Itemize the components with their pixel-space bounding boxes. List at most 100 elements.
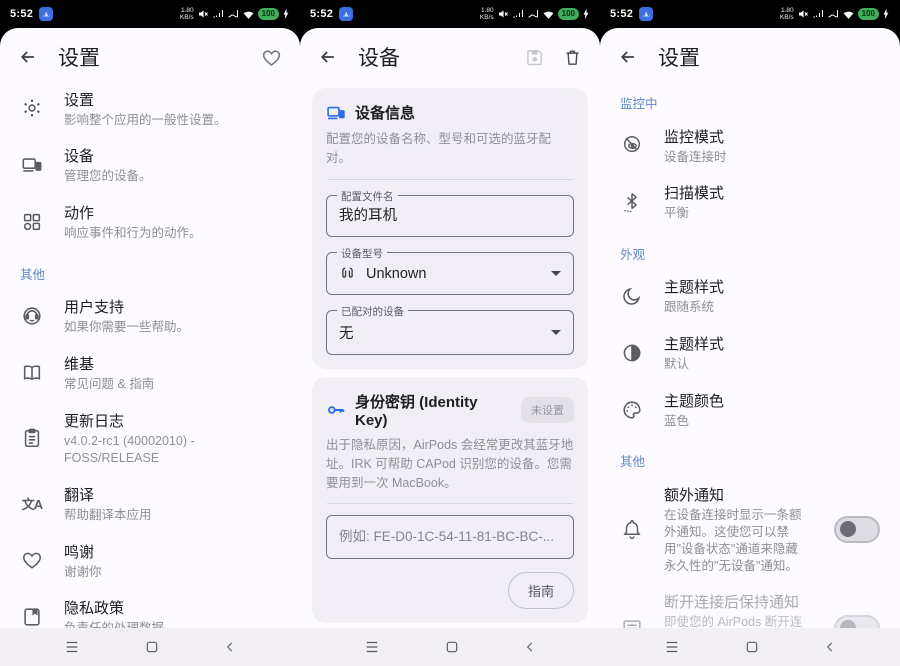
item-title: 更新日志 — [64, 410, 280, 431]
gear-icon — [20, 97, 44, 119]
item-title: 主题颜色 — [664, 390, 880, 411]
field-label: 配置文件名 — [337, 189, 398, 204]
nav-home-icon[interactable] — [144, 639, 160, 655]
item-subtitle: 如果你需要一些帮助。 — [64, 319, 280, 336]
item-subtitle: 蓝色 — [664, 413, 880, 430]
item-title: 断开连接后保持通知 — [664, 591, 808, 612]
nav-recents-icon[interactable] — [663, 640, 681, 654]
list-item-wiki[interactable]: 维基 常见问题 & 指南 — [0, 345, 300, 402]
list-item-translate[interactable]: 文A 翻译 帮助翻译本应用 — [0, 475, 300, 532]
delete-button[interactable] — [563, 48, 582, 67]
clock: 5:52 — [10, 8, 33, 20]
list-item-keep-notification[interactable]: 断开连接后保持通知 即使您的 AirPods 断开连接，继续显示上次已知的电池电… — [600, 583, 900, 628]
list-item-changelog[interactable]: 更新日志 v4.0.2-rc1 (40002010) - FOSS/RELEAS… — [0, 401, 300, 475]
back-arrow-icon — [318, 47, 338, 67]
profile-name-field[interactable]: 配置文件名 — [326, 195, 574, 238]
card-body: 出于隐私原因，AirPods 会经常更改其蓝牙地址。IRK 可帮助 CAPod … — [326, 436, 574, 492]
extra-notification-toggle[interactable] — [834, 516, 880, 543]
list-item-scan-mode[interactable]: 扫描模式 平衡 — [600, 174, 900, 231]
section-header-appearance: 外观 — [600, 231, 900, 268]
net-speed: 1.80KB/s — [480, 7, 494, 21]
wifi-icon — [842, 9, 855, 20]
list-item-theme-color[interactable]: 主题颜色 蓝色 — [600, 382, 900, 439]
list-item-actions[interactable]: 动作 响应事件和行为的动作。 — [0, 194, 300, 251]
card-title: 设备信息 — [355, 102, 574, 123]
profile-name-input[interactable] — [339, 207, 561, 223]
section-header-monitoring: 监控中 — [600, 80, 900, 117]
battery-icon: 100 — [558, 8, 579, 20]
item-subtitle: 平衡 — [664, 205, 880, 222]
item-title: 用户支持 — [64, 296, 280, 317]
identity-key-card: 身份密钥 (Identity Key) 未设置 出于隐私原因，AirPods 会… — [312, 377, 588, 623]
nav-back-icon[interactable] — [523, 640, 537, 654]
chevron-down-icon — [551, 330, 561, 335]
item-title: 主题样式 — [664, 333, 880, 354]
save-button[interactable] — [525, 47, 545, 67]
app-icon — [39, 7, 53, 21]
back-button[interactable] — [18, 47, 38, 67]
app-bar: 设置 — [0, 28, 300, 80]
item-subtitle: 响应事件和行为的动作。 — [64, 225, 280, 242]
device-model-select[interactable]: 设备型号 Unknown — [326, 252, 574, 295]
identity-key-input[interactable] — [339, 529, 561, 544]
nav-home-icon[interactable] — [744, 639, 760, 655]
item-title: 设置 — [64, 89, 280, 110]
item-subtitle: 负责任的处理数据。 — [64, 620, 280, 628]
item-subtitle: 跟随系统 — [664, 299, 880, 316]
nav-recents-icon[interactable] — [363, 640, 381, 654]
page-title: 设置 — [658, 42, 700, 72]
list-item-theme-style[interactable]: 主题样式 默认 — [600, 325, 900, 382]
nav-recents-icon[interactable] — [63, 640, 81, 654]
chat-bubble-icon — [620, 617, 644, 628]
back-button[interactable] — [618, 47, 638, 67]
bell-icon — [620, 518, 644, 540]
item-title: 动作 — [64, 202, 280, 223]
heart-icon — [261, 47, 282, 68]
item-subtitle: 默认 — [664, 356, 880, 373]
charging-icon — [282, 8, 290, 20]
back-button[interactable] — [318, 47, 338, 67]
guide-button[interactable]: 指南 — [508, 572, 574, 609]
list-item-theme-mode[interactable]: 主题样式 跟随系统 — [600, 268, 900, 325]
save-icon — [525, 47, 545, 67]
nav-home-icon[interactable] — [444, 639, 460, 655]
mute-icon — [497, 8, 509, 20]
settings-screen: 5:52 1.80KB/s 100 设置 — [0, 0, 300, 666]
list-item-general-settings[interactable]: 设置 影响整个应用的一般性设置。 — [0, 80, 300, 137]
divider — [327, 503, 573, 504]
net-speed: 1.80KB/s — [780, 7, 794, 21]
back-arrow-icon — [618, 47, 638, 67]
devices-icon — [20, 154, 44, 176]
list-item-credits[interactable]: 鸣谢 谢谢你 — [0, 532, 300, 589]
battery-icon: 100 — [858, 8, 879, 20]
item-subtitle: 谢谢你 — [64, 564, 280, 581]
heart-icon — [20, 549, 44, 571]
item-title: 维基 — [64, 353, 280, 374]
sponsor-button[interactable] — [261, 47, 282, 68]
identity-key-field[interactable] — [326, 515, 574, 559]
field-label: 已配对的设备 — [337, 304, 408, 319]
nav-back-icon[interactable] — [823, 640, 837, 654]
clipboard-icon — [20, 427, 44, 449]
trash-icon — [563, 48, 582, 67]
chevron-down-icon — [551, 271, 561, 276]
list-item-devices[interactable]: 设备 管理您的设备。 — [0, 137, 300, 194]
selected-value: 无 — [339, 322, 354, 343]
list-item-monitor-mode[interactable]: 监控模式 设备连接时 — [600, 117, 900, 174]
translate-icon: 文A — [20, 494, 44, 513]
list-item-support[interactable]: 用户支持 如果你需要一些帮助。 — [0, 288, 300, 345]
moon-icon — [620, 285, 644, 307]
item-subtitle: v4.0.2-rc1 (40002010) - FOSS/RELEASE — [64, 433, 280, 467]
status-bar: 5:52 1.80KB/s 100 — [300, 0, 600, 28]
signal1-icon — [812, 8, 824, 20]
list-item-privacy-policy[interactable]: 隐私政策 负责任的处理数据。 — [0, 589, 300, 628]
nav-back-icon[interactable] — [223, 640, 237, 654]
list-item-extra-notification[interactable]: 额外通知 在设备连接时显示一条额外通知。这使您可以禁用"设备状态"通道来隐藏永久… — [600, 475, 900, 583]
general-settings-screen: 5:52 1.80KB/s 100 设置 监控中 监控模式 — [600, 0, 900, 666]
paired-device-select[interactable]: 已配对的设备 无 — [326, 310, 574, 355]
charging-icon — [882, 8, 890, 20]
app-icon — [339, 7, 353, 21]
page-title: 设备 — [358, 42, 400, 72]
keep-notification-toggle[interactable] — [834, 615, 880, 628]
back-arrow-icon — [18, 47, 38, 67]
